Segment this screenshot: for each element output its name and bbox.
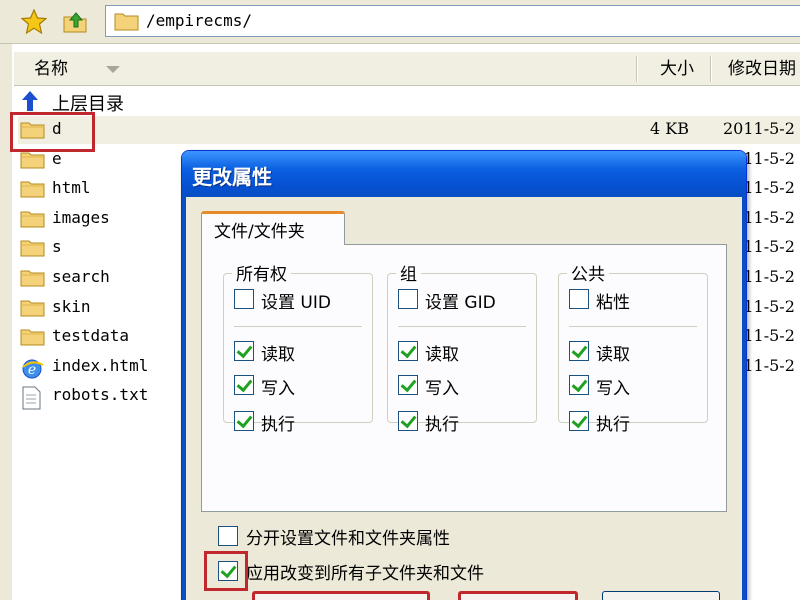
- group-read-checkbox[interactable]: 读取: [398, 340, 538, 365]
- svg-text:e: e: [28, 362, 36, 378]
- folder-icon: [20, 327, 46, 352]
- address-text: /empirecms/: [146, 11, 252, 30]
- divider: [398, 326, 526, 327]
- separate-attributes-checkbox[interactable]: 分开设置文件和文件夹属性: [218, 524, 718, 550]
- checkbox-label: 应用改变到所有子文件夹和文件: [246, 564, 484, 584]
- dialog-border-right: [742, 197, 746, 600]
- column-size[interactable]: 大小: [660, 52, 694, 86]
- column-name[interactable]: 名称: [34, 52, 68, 86]
- file-name: robots.txt: [52, 385, 149, 405]
- checkbox-label: 分开设置文件和文件夹属性: [246, 529, 450, 549]
- file-size: 4 KB: [650, 119, 689, 138]
- owner-write-checkbox[interactable]: 写入: [234, 374, 374, 399]
- group-write-checkbox[interactable]: 写入: [398, 374, 538, 399]
- column-header: 名称 大小 修改日期: [14, 52, 800, 86]
- public-group: 公共 粘性 读取 写入 执行: [558, 260, 709, 435]
- checkbox-box[interactable]: [234, 289, 254, 309]
- highlight-box: [10, 112, 95, 152]
- folder-icon: [20, 298, 46, 323]
- highlight-box: [204, 551, 248, 591]
- public-group-title: 公共: [567, 260, 609, 285]
- parent-directory-row[interactable]: 上层目录: [18, 87, 800, 115]
- checkbox-box[interactable]: [569, 289, 589, 309]
- file-name: skin: [52, 296, 91, 316]
- folder-up-icon[interactable]: [62, 8, 90, 36]
- toolbar: /empirecms/: [0, 0, 800, 44]
- help-button[interactable]: [602, 591, 720, 600]
- owner-exec-checkbox[interactable]: 执行: [234, 410, 374, 435]
- file-name: index.html: [52, 355, 149, 375]
- group-group-title: 组: [396, 260, 421, 285]
- group-group: 组 设置 GID 读取 写入 执行: [387, 260, 538, 435]
- address-bar[interactable]: /empirecms/: [105, 5, 800, 37]
- checkbox-label: 读取: [596, 345, 630, 365]
- tab-panel: 所有权 设置 UID 读取 写入 执行 组 设置 GID 读取 写入 执行 公共…: [201, 244, 727, 512]
- public-sticky-checkbox[interactable]: 粘性: [569, 288, 709, 313]
- ok-button[interactable]: [252, 591, 430, 600]
- checkbox-label: 执行: [261, 415, 295, 435]
- checkbox-box[interactable]: [234, 341, 254, 361]
- checkbox-label: 执行: [596, 415, 630, 435]
- public-read-checkbox[interactable]: 读取: [569, 340, 709, 365]
- folder-icon: [20, 238, 46, 263]
- checkbox-box[interactable]: [569, 341, 589, 361]
- column-modified[interactable]: 修改日期: [728, 52, 796, 86]
- apply-recursive-checkbox[interactable]: 应用改变到所有子文件夹和文件: [218, 559, 718, 585]
- file-name: s: [52, 237, 62, 257]
- star-icon[interactable]: [20, 8, 48, 36]
- checkbox-box[interactable]: [398, 341, 418, 361]
- checkbox-box[interactable]: [398, 411, 418, 431]
- tab-label: 文件/文件夹: [214, 222, 305, 242]
- checkbox-box[interactable]: [398, 375, 418, 395]
- checkbox-label: 执行: [425, 415, 459, 435]
- public-write-checkbox[interactable]: 写入: [569, 374, 709, 399]
- group-setgid-checkbox[interactable]: 设置 GID: [398, 288, 538, 313]
- folder-icon: [20, 268, 46, 293]
- checkbox-label: 写入: [425, 379, 459, 399]
- checkbox-label: 设置 UID: [261, 293, 331, 313]
- dialog-title: 更改属性: [192, 165, 272, 189]
- divider: [234, 326, 362, 327]
- checkbox-label: 写入: [261, 379, 295, 399]
- dialog-border-left: [182, 197, 186, 600]
- checkbox-box[interactable]: [234, 375, 254, 395]
- folder-icon: [20, 150, 46, 175]
- public-exec-checkbox[interactable]: 执行: [569, 410, 709, 435]
- group-exec-checkbox[interactable]: 执行: [398, 410, 538, 435]
- file-name: testdata: [52, 326, 130, 346]
- checkbox-box[interactable]: [398, 289, 418, 309]
- tab-file-folder[interactable]: 文件/文件夹: [201, 211, 345, 245]
- checkbox-box[interactable]: [218, 526, 238, 546]
- checkbox-label: 写入: [596, 379, 630, 399]
- file-name: images: [52, 207, 110, 227]
- folder-icon: [114, 10, 140, 37]
- change-attributes-dialog: 更改属性 文件/文件夹 所有权 设置 UID 读取 写入 执行 组 设置 GID…: [181, 150, 747, 600]
- owner-setuid-checkbox[interactable]: 设置 UID: [234, 288, 374, 313]
- folder-icon: [20, 179, 46, 204]
- checkbox-label: 粘性: [596, 293, 630, 313]
- column-separator[interactable]: [636, 56, 638, 82]
- owner-group: 所有权 设置 UID 读取 写入 执行: [223, 260, 374, 435]
- column-separator[interactable]: [710, 56, 712, 82]
- checkbox-box[interactable]: [569, 411, 589, 431]
- folder-icon: [20, 209, 46, 234]
- owner-read-checkbox[interactable]: 读取: [234, 340, 374, 365]
- checkbox-box[interactable]: [569, 375, 589, 395]
- cancel-button[interactable]: [458, 591, 578, 600]
- divider: [569, 326, 697, 327]
- checkbox-box[interactable]: [234, 411, 254, 431]
- file-date: 2011-5-2: [723, 119, 795, 138]
- file-name: search: [52, 267, 110, 286]
- checkbox-label: 读取: [261, 345, 295, 365]
- sort-arrow-icon: [106, 66, 120, 73]
- checkbox-label: 设置 GID: [425, 293, 496, 313]
- text-file-icon: [20, 386, 42, 415]
- file-name: html: [52, 178, 91, 198]
- file-row-d[interactable]: d4 KB 2011-5-2: [18, 116, 800, 144]
- owner-group-title: 所有权: [232, 260, 291, 285]
- dialog-titlebar[interactable]: 更改属性: [182, 151, 746, 197]
- checkbox-label: 读取: [425, 345, 459, 365]
